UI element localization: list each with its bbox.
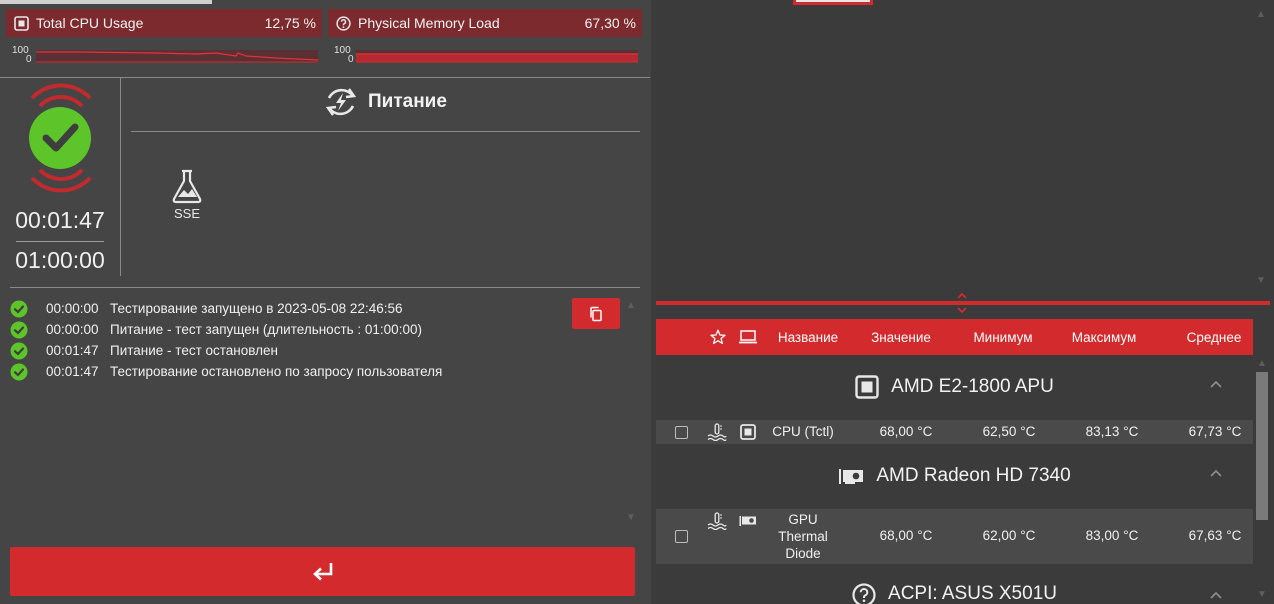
sensor-scrollbar[interactable]: ▲ [1254, 356, 1270, 566]
log-text: Питание - тест остановлен [110, 343, 278, 358]
memory-load-value: 67,30 % [584, 15, 636, 31]
thermometer-icon [707, 512, 727, 533]
sensor-group-cpu[interactable]: AMD E2-1800 APU [656, 357, 1253, 417]
sensor-scroll-down[interactable]: ▼ [1255, 588, 1269, 602]
scrollbar-thumb[interactable] [1256, 372, 1268, 520]
check-circle-icon [10, 363, 28, 380]
copy-icon [590, 306, 602, 321]
sensor-min: 62,00 °C [982, 528, 1036, 543]
test-item-sse[interactable]: SSE [168, 168, 206, 221]
sensor-scroll-up[interactable]: ▲ [1255, 357, 1269, 371]
divider [10, 287, 640, 288]
log-text: Тестирование запущено в 2023-05-08 22:46… [110, 301, 403, 316]
sensor-checkbox[interactable] [675, 530, 688, 543]
sensor-panel: ▲ ▼ Название Значение Минимум Максимум С… [651, 0, 1274, 604]
power-cycle-icon [322, 83, 360, 121]
star-icon[interactable] [710, 329, 726, 348]
test-duration: 01:00:00 [15, 247, 105, 273]
log-scroll-down[interactable]: ▼ [624, 511, 638, 525]
check-circle-icon [29, 83, 92, 193]
chart-scroll-up[interactable]: ▲ [1254, 8, 1268, 22]
laptop-icon[interactable] [738, 329, 758, 348]
log-text: Тестирование остановлено по запросу поль… [110, 364, 443, 379]
chart-scroll-down[interactable]: ▼ [1254, 274, 1268, 288]
sensor-max: 83,00 °C [1085, 528, 1139, 543]
gpu-card-icon [739, 515, 757, 530]
sensor-name: CPU (Tctl) [772, 424, 834, 439]
sensor-row: CPU (Tctl) 68,00 °C 62,50 °C 83,13 °C 67… [656, 420, 1253, 444]
stress-test-panel: Total CPU Usage 12,75 % Physical Memory … [0, 0, 650, 604]
column-value[interactable]: Значение [860, 330, 942, 345]
sensor-min: 62,50 °C [982, 424, 1036, 439]
chevron-up-icon[interactable] [1209, 588, 1223, 602]
test-title: Питание [322, 82, 447, 122]
sensor-group-title: AMD E2-1800 APU [891, 376, 1054, 397]
cpu-usage-label: Total CPU Usage [36, 15, 144, 31]
title-divider [131, 131, 640, 132]
sensor-checkbox[interactable] [675, 426, 688, 439]
sensor-value: 68,00 °C [879, 424, 933, 439]
log-time: 00:01:47 [46, 343, 99, 358]
sensor-group-title: AMD Radeon HD 7340 [876, 465, 1071, 486]
check-circle-icon [10, 342, 28, 359]
memory-load-metric: Physical Memory Load 67,30 % [328, 9, 642, 37]
cpu-chip-icon [740, 424, 756, 443]
test-status-indicator [16, 82, 106, 194]
log-time: 00:00:00 [46, 301, 99, 316]
log-entry: 00:01:47 Тестирование остановлено по зап… [10, 361, 570, 382]
sensor-value: 68,00 °C [879, 528, 933, 543]
check-circle-icon [10, 321, 28, 338]
question-circle-icon [852, 583, 876, 604]
cpu-chip-icon [855, 375, 879, 399]
log-time: 00:00:00 [46, 322, 99, 337]
test-log: 00:00:00 Тестирование запущено в 2023-05… [10, 298, 570, 382]
active-tab-highlight [796, 0, 870, 2]
log-text: Питание - тест запущен (длительность : 0… [110, 322, 422, 337]
log-time: 00:01:47 [46, 364, 99, 379]
sensor-group-acpi[interactable]: ACPI: ASUS X501U [656, 566, 1253, 604]
splitter-grip-icon[interactable] [955, 292, 969, 314]
thermometer-icon [707, 423, 727, 444]
time-divider [16, 241, 104, 242]
stop-test-button[interactable] [10, 547, 635, 596]
column-max[interactable]: Максимум [1062, 330, 1146, 345]
divider [0, 77, 650, 78]
cpu-sparkline-min: 0 [26, 54, 32, 65]
question-circle-icon [336, 15, 351, 31]
log-entry: 00:00:00 Питание - тест запущен (длитель… [10, 319, 570, 340]
log-entry: 00:00:00 Тестирование запущено в 2023-05… [10, 298, 570, 319]
cpu-sparkline: 100 0 [12, 46, 318, 65]
column-name[interactable]: Название [770, 330, 846, 345]
cpu-usage-value: 12,75 % [264, 15, 316, 31]
active-tab-indicator [0, 0, 212, 4]
chevron-up-icon[interactable] [1209, 466, 1223, 480]
check-circle-icon [10, 300, 28, 317]
column-avg[interactable]: Среднее [1169, 330, 1259, 345]
sensor-avg: 67,73 °C [1188, 424, 1242, 439]
log-scroll-up[interactable]: ▲ [624, 299, 638, 313]
log-entry: 00:01:47 Питание - тест остановлен [10, 340, 570, 361]
memory-sparkline-min: 0 [348, 54, 354, 65]
memory-load-label: Physical Memory Load [358, 15, 500, 31]
sensor-group-gpu[interactable]: AMD Radeon HD 7340 [656, 446, 1253, 506]
column-min[interactable]: Минимум [961, 330, 1045, 345]
divider [120, 78, 121, 276]
elapsed-time: 00:01:47 [15, 207, 105, 233]
gpu-card-icon [838, 467, 864, 485]
test-title-label: Питание [368, 91, 447, 112]
sensor-row: GPU Thermal Diode 68,00 °C 62,00 °C 83,0… [656, 509, 1253, 564]
cpu-chip-icon [14, 15, 29, 31]
sensor-max: 83,13 °C [1085, 424, 1139, 439]
test-item-label: SSE [173, 206, 200, 221]
sensor-table-header: Название Значение Минимум Максимум Средн… [656, 319, 1253, 355]
flask-icon [170, 168, 204, 204]
sensor-group-title: ACPI: ASUS X501U [888, 583, 1057, 604]
memory-sparkline: 100 0 [334, 46, 640, 65]
sensor-name: GPU Thermal Diode [778, 512, 828, 561]
enter-arrow-icon [312, 562, 332, 580]
cpu-usage-metric: Total CPU Usage 12,75 % [6, 9, 322, 37]
copy-log-button[interactable] [572, 298, 620, 329]
sensor-avg: 67,63 °C [1188, 528, 1242, 543]
chevron-up-icon[interactable] [1209, 377, 1223, 391]
